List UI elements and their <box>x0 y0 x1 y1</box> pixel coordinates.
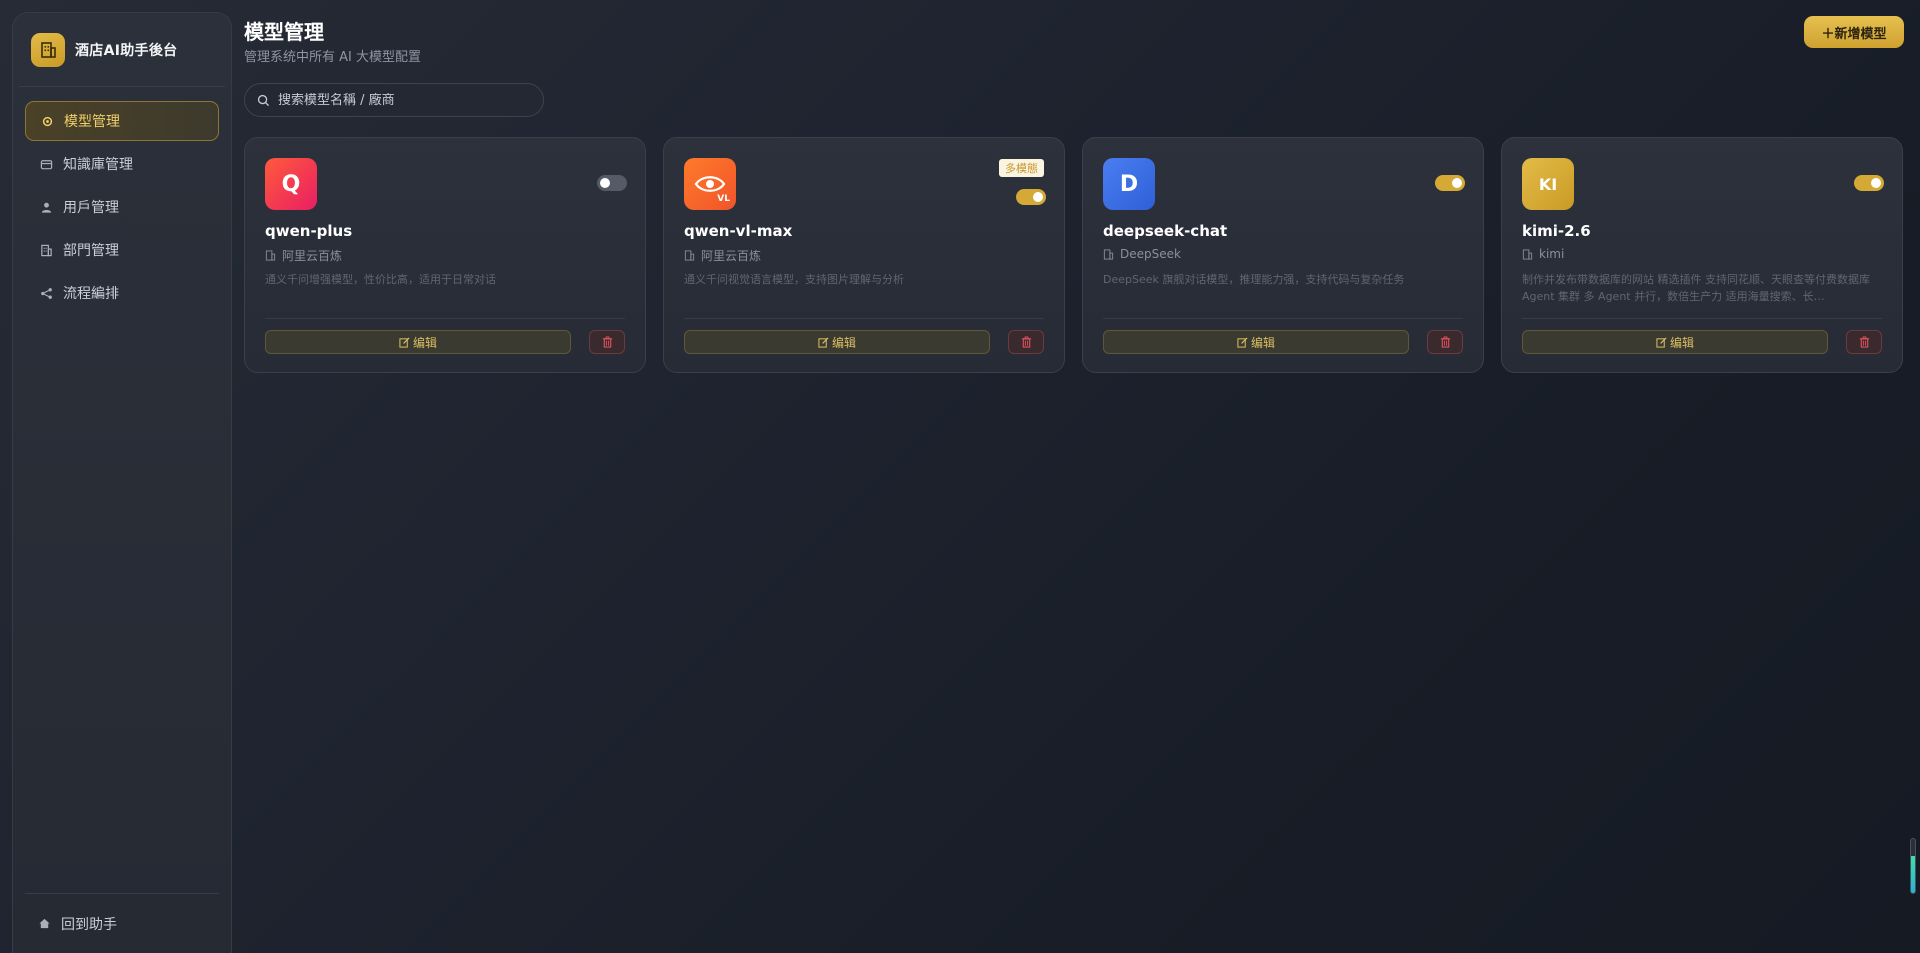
model-card: KI kimi-2.6 kimi 制作并发布带数据库的网站 精选插件 支持同花顺… <box>1501 137 1903 373</box>
model-vendor: 阿里云百炼 <box>265 247 342 264</box>
edit-button[interactable]: 编辑 <box>265 330 571 354</box>
card-divider <box>1522 318 1882 319</box>
model-icon: D <box>1103 158 1155 210</box>
model-description: 通义千问增强模型，性价比高，适用于日常对话 <box>265 273 496 286</box>
toggle-knob <box>1033 192 1043 202</box>
database-icon <box>39 157 53 171</box>
edit-icon <box>1237 336 1248 348</box>
sidebar-item-users[interactable]: 用戶管理 <box>25 187 219 227</box>
sidebar-item-knowledge-base[interactable]: 知識庫管理 <box>25 144 219 184</box>
model-vendor: DeepSeek <box>1103 247 1181 261</box>
edit-button[interactable]: 编辑 <box>684 330 990 354</box>
delete-button[interactable] <box>1008 330 1044 354</box>
sidebar-item-label: 用戶管理 <box>63 200 119 216</box>
card-divider <box>684 318 1044 319</box>
building-icon <box>1103 248 1115 260</box>
card-divider <box>265 318 625 319</box>
edit-icon <box>399 336 410 348</box>
model-enable-toggle[interactable] <box>1016 189 1046 205</box>
home-icon <box>37 917 51 931</box>
trash-icon <box>602 336 613 348</box>
model-card: D deepseek-chat DeepSeek DeepSeek 旗舰对话模型… <box>1082 137 1484 373</box>
edit-icon <box>1656 336 1667 348</box>
brand: 酒店AI助手後台 <box>19 13 225 87</box>
back-to-assistant-label: 回到助手 <box>61 916 117 933</box>
sidebar-item-label: 部門管理 <box>63 243 119 259</box>
edit-label: 编辑 <box>831 335 856 350</box>
model-icon-text: VL <box>717 194 730 204</box>
gear-icon <box>40 114 54 128</box>
toggle-knob <box>600 178 610 188</box>
sidebar: 酒店AI助手後台 模型管理 知識庫管理 用戶管理 部門管理 流程編排 回到助手 <box>12 12 232 953</box>
hotel-logo-icon <box>31 32 65 67</box>
search-input[interactable] <box>278 92 531 108</box>
scroll-indicator-fill <box>1911 856 1915 893</box>
sidebar-item-workflow[interactable]: 流程編排 <box>25 273 219 313</box>
model-icon-text: Q <box>281 171 301 197</box>
model-icon-text: KI <box>1538 174 1558 194</box>
model-icon: VL <box>684 158 736 210</box>
toggle-knob <box>1452 178 1462 188</box>
model-name: qwen-vl-max <box>684 222 793 240</box>
building-icon <box>265 250 277 262</box>
sidebar-item-label: 知識庫管理 <box>63 157 133 173</box>
model-name: kimi-2.6 <box>1522 222 1591 240</box>
delete-button[interactable] <box>1846 330 1882 354</box>
sidebar-item-model-management[interactable]: 模型管理 <box>25 101 219 141</box>
model-icon: Q <box>265 158 317 210</box>
user-icon <box>39 200 53 214</box>
edit-label: 编辑 <box>412 335 437 350</box>
edit-label: 编辑 <box>1250 335 1275 350</box>
search-box <box>244 83 544 117</box>
model-description: 制作并发布带数据库的网站 精选插件 支持同花顺、天眼查等付费数据库 Agent … <box>1522 273 1870 303</box>
model-description: DeepSeek 旗舰对话模型，推理能力强，支持代码与复杂任务 <box>1103 273 1405 286</box>
building-icon <box>684 250 696 262</box>
sidebar-item-departments[interactable]: 部門管理 <box>25 230 219 270</box>
trash-icon <box>1440 336 1451 348</box>
scroll-indicator[interactable] <box>1910 838 1916 894</box>
sidebar-item-label: 流程編排 <box>63 286 119 302</box>
page-title: 模型管理 <box>244 20 324 44</box>
trash-icon <box>1021 336 1032 348</box>
model-enable-toggle[interactable] <box>1435 175 1465 191</box>
building-icon <box>1522 248 1534 260</box>
model-name: deepseek-chat <box>1103 222 1228 240</box>
brand-title: 酒店AI助手後台 <box>75 42 178 59</box>
share-icon <box>39 286 53 300</box>
model-vendor-name: 阿里云百炼 <box>282 249 343 263</box>
model-vendor-name: DeepSeek <box>1120 247 1181 261</box>
model-enable-toggle[interactable] <box>1854 175 1884 191</box>
delete-button[interactable] <box>589 330 625 354</box>
search-icon <box>257 94 270 107</box>
edit-button[interactable]: 编辑 <box>1522 330 1828 354</box>
delete-button[interactable] <box>1427 330 1463 354</box>
edit-icon <box>818 336 829 348</box>
model-vendor-name: 阿里云百炼 <box>701 249 762 263</box>
model-enable-toggle[interactable] <box>597 175 627 191</box>
back-to-assistant-link[interactable]: 回到助手 <box>25 893 219 953</box>
building-icon <box>39 243 53 257</box>
add-model-button[interactable]: ＋新增模型 <box>1804 16 1904 48</box>
model-vendor: kimi <box>1522 247 1564 261</box>
model-card: Q qwen-plus 阿里云百炼 通义千问增强模型，性价比高，适用于日常对话 … <box>244 137 646 373</box>
trash-icon <box>1859 336 1870 348</box>
model-vendor-name: kimi <box>1539 247 1565 261</box>
model-icon-text: D <box>1119 171 1139 197</box>
model-icon: KI <box>1522 158 1574 210</box>
page-subtitle: 管理系统中所有 AI 大模型配置 <box>244 50 421 65</box>
model-name: qwen-plus <box>265 222 353 240</box>
multimodal-badge: 多模態 <box>999 159 1044 177</box>
toggle-knob <box>1871 178 1881 188</box>
edit-label: 编辑 <box>1669 335 1694 350</box>
sidebar-nav: 模型管理 知識庫管理 用戶管理 部門管理 流程編排 <box>13 87 231 330</box>
card-divider <box>1103 318 1463 319</box>
edit-button[interactable]: 编辑 <box>1103 330 1409 354</box>
model-card: VL 多模態 qwen-vl-max 阿里云百炼 通义千问视觉语言模型，支持图片… <box>663 137 1065 373</box>
model-description: 通义千问视觉语言模型，支持图片理解与分析 <box>684 273 904 286</box>
model-vendor: 阿里云百炼 <box>684 247 761 264</box>
eye-icon <box>694 176 726 192</box>
sidebar-item-label: 模型管理 <box>64 114 120 130</box>
